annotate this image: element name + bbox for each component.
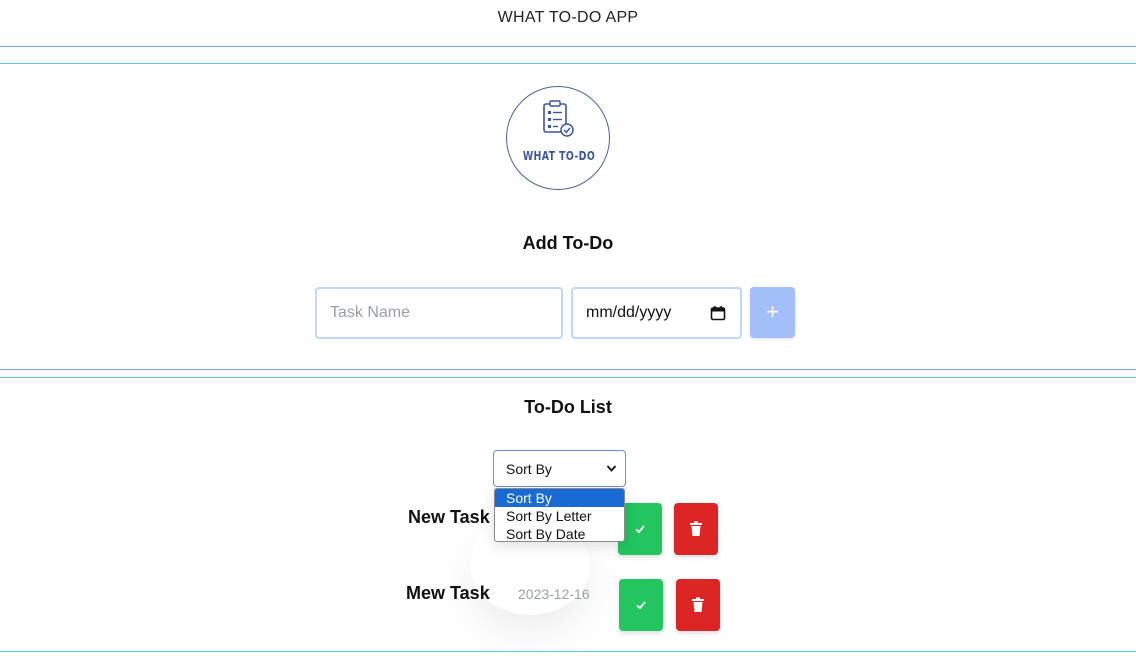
plus-icon: +: [766, 299, 779, 324]
section-divider-bottom: [0, 651, 1136, 652]
clipboard-checklist-icon: [543, 100, 574, 137]
task-name-input[interactable]: [315, 287, 563, 339]
check-icon: [635, 525, 645, 534]
sort-select[interactable]: Sort By: [493, 450, 626, 487]
task-date: 2023-12-16: [518, 586, 590, 602]
check-icon: [636, 601, 646, 610]
app-logo: WHAT TO-DO: [506, 86, 610, 190]
trash-icon: [690, 521, 702, 536]
section-divider-top: [0, 63, 1136, 64]
trash-icon: [692, 597, 704, 612]
sort-option-by-date[interactable]: Sort By Date: [495, 525, 624, 541]
calendar-icon[interactable]: [710, 305, 726, 321]
task-name: New Task: [408, 507, 490, 527]
task-name: Mew Task: [406, 583, 490, 603]
complete-task-button[interactable]: [619, 579, 663, 631]
date-input-value: mm/dd/yyyy: [586, 304, 672, 321]
sort-option-by-letter[interactable]: Sort By Letter: [495, 507, 624, 525]
todo-list-title: To-Do List: [524, 397, 612, 417]
app-title: WHAT TO-DO APP: [497, 9, 639, 26]
app-header: WHAT TO-DO APP: [0, 0, 1136, 46]
add-todo-title: Add To-Do: [522, 233, 614, 253]
delete-task-button[interactable]: [676, 579, 720, 631]
delete-task-button[interactable]: [674, 503, 718, 555]
sort-option-sort-by[interactable]: Sort By: [495, 489, 624, 507]
date-input[interactable]: mm/dd/yyyy: [571, 287, 742, 339]
sort-dropdown-menu: Sort By Sort By Letter Sort By Date: [494, 488, 625, 542]
sort-select-value: Sort By: [506, 461, 552, 477]
todo-app-page: WHAT TO-DO APP WHAT TO-DO Add To-Do mm/d…: [0, 0, 1136, 658]
header-divider: [0, 46, 1136, 47]
chevron-down-icon: [606, 465, 617, 472]
section-divider-mid-b: [0, 377, 1136, 378]
add-task-button[interactable]: +: [750, 287, 795, 338]
section-divider-mid-a: [0, 369, 1136, 370]
logo-text: WHAT TO-DO: [522, 149, 596, 163]
